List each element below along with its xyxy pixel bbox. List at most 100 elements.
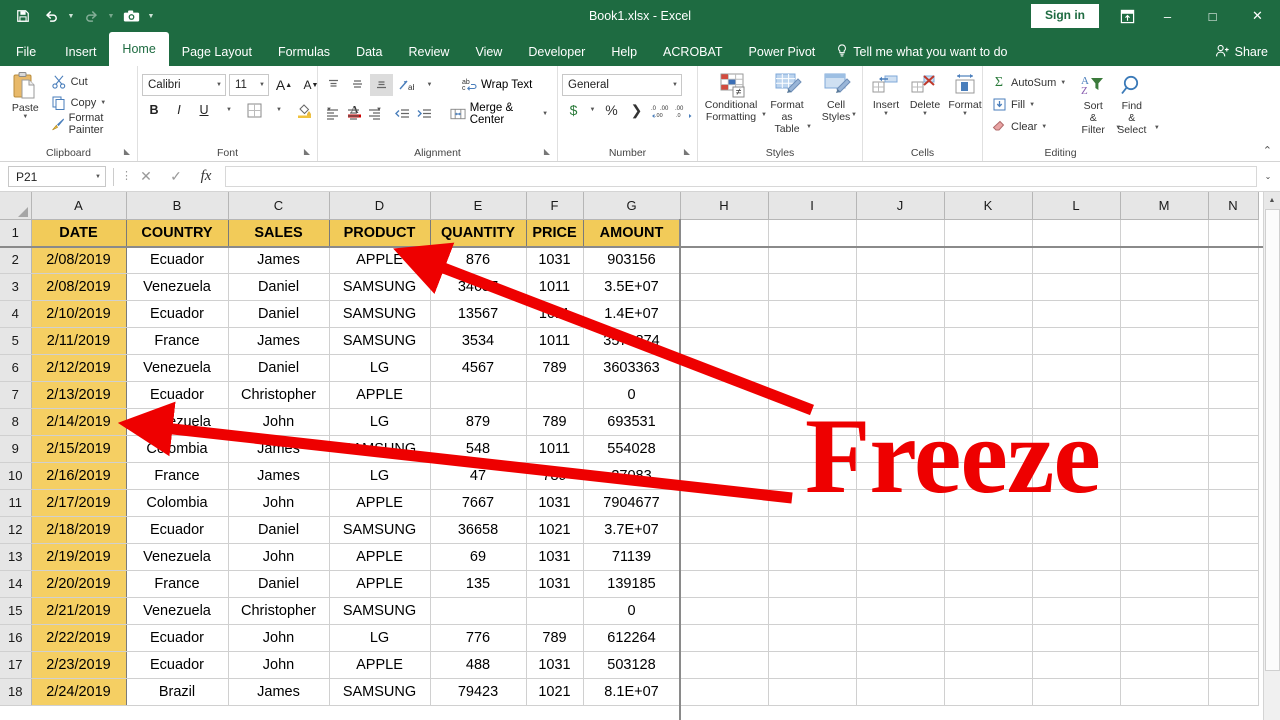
ribbon-display-options-icon[interactable]: [1109, 0, 1145, 32]
column-header-M[interactable]: M: [1120, 192, 1209, 220]
cell-K12[interactable]: [944, 516, 1033, 544]
cell-J5[interactable]: [856, 327, 945, 355]
cell-B6[interactable]: Venezuela: [126, 354, 229, 382]
cell-F1[interactable]: PRICE: [526, 218, 584, 247]
tell-me-search[interactable]: Tell me what you want to do: [828, 38, 1015, 66]
cell-G11[interactable]: 7904677: [583, 489, 681, 517]
cell-D9[interactable]: SAMSUNG: [329, 435, 431, 463]
cell-G8[interactable]: 693531: [583, 408, 681, 436]
cell-J6[interactable]: [856, 354, 945, 382]
cell-M14[interactable]: [1120, 570, 1209, 598]
row-header-10[interactable]: 10: [0, 462, 32, 490]
cell-D8[interactable]: LG: [329, 408, 431, 436]
column-header-K[interactable]: K: [944, 192, 1033, 220]
cell-E14[interactable]: 135: [430, 570, 527, 598]
align-left-icon[interactable]: [322, 103, 342, 125]
tab-view[interactable]: View: [462, 38, 515, 66]
borders-icon[interactable]: [242, 99, 266, 121]
cell-H16[interactable]: [680, 624, 769, 652]
tab-power-pivot[interactable]: Power Pivot: [736, 38, 829, 66]
cell-C1[interactable]: SALES: [228, 218, 330, 247]
clipboard-dialog-launcher[interactable]: ◣: [124, 144, 130, 160]
cell-A15[interactable]: 2/21/2019: [30, 597, 127, 625]
column-header-H[interactable]: H: [680, 192, 769, 220]
column-header-N[interactable]: N: [1208, 192, 1259, 220]
cell-E10[interactable]: 47: [430, 462, 527, 490]
cell-L18[interactable]: [1032, 678, 1121, 706]
cell-N11[interactable]: [1208, 489, 1259, 517]
name-box[interactable]: P21 ▼: [8, 166, 106, 187]
cell-N17[interactable]: [1208, 651, 1259, 679]
tab-acrobat[interactable]: ACROBAT: [650, 38, 736, 66]
cell-A16[interactable]: 2/22/2019: [30, 624, 127, 652]
cell-E3[interactable]: 34657: [430, 273, 527, 301]
row-header-6[interactable]: 6: [0, 354, 32, 382]
row-header-13[interactable]: 13: [0, 543, 32, 571]
column-header-D[interactable]: D: [329, 192, 431, 220]
cell-F18[interactable]: 1021: [526, 678, 584, 706]
cell-A8[interactable]: 2/14/2019: [30, 408, 127, 436]
cell-B15[interactable]: Venezuela: [126, 597, 229, 625]
row-header-15[interactable]: 15: [0, 597, 32, 625]
font-size-input[interactable]: 11 ▼: [229, 74, 269, 96]
cell-D15[interactable]: SAMSUNG: [329, 597, 431, 625]
cell-J13[interactable]: [856, 543, 945, 571]
row-header-18[interactable]: 18: [0, 678, 32, 706]
conditional-formatting-caret[interactable]: ▼: [761, 112, 767, 119]
tab-insert[interactable]: Insert: [52, 38, 109, 66]
undo-icon[interactable]: [38, 4, 64, 28]
cell-H3[interactable]: [680, 273, 769, 301]
currency-caret[interactable]: ▼: [587, 99, 598, 121]
cell-M12[interactable]: [1120, 516, 1209, 544]
cell-L6[interactable]: [1032, 354, 1121, 382]
cell-D5[interactable]: SAMSUNG: [329, 327, 431, 355]
row-header-16[interactable]: 16: [0, 624, 32, 652]
cell-B7[interactable]: Ecuador: [126, 381, 229, 409]
bold-button[interactable]: B: [142, 99, 166, 121]
cell-B14[interactable]: France: [126, 570, 229, 598]
cell-H5[interactable]: [680, 327, 769, 355]
cell-B16[interactable]: Ecuador: [126, 624, 229, 652]
cell-I13[interactable]: [768, 543, 857, 571]
row-header-11[interactable]: 11: [0, 489, 32, 517]
cell-K1[interactable]: [944, 219, 1033, 247]
find-select-caret[interactable]: ▼: [1154, 125, 1160, 132]
cell-K6[interactable]: [944, 354, 1033, 382]
qat-customize-caret[interactable]: ▼: [146, 4, 156, 28]
cell-N1[interactable]: [1208, 219, 1259, 247]
cell-J15[interactable]: [856, 597, 945, 625]
cell-N12[interactable]: [1208, 516, 1259, 544]
scroll-up-button[interactable]: ▲: [1264, 192, 1280, 209]
cell-C9[interactable]: James: [228, 435, 330, 463]
cell-N6[interactable]: [1208, 354, 1259, 382]
cell-F12[interactable]: 1021: [526, 516, 584, 544]
cell-F3[interactable]: 1011: [526, 273, 584, 301]
fill-color-icon[interactable]: [292, 99, 316, 121]
cell-M13[interactable]: [1120, 543, 1209, 571]
cell-H12[interactable]: [680, 516, 769, 544]
cell-D3[interactable]: SAMSUNG: [329, 273, 431, 301]
autosum-caret[interactable]: ▼: [1060, 80, 1066, 86]
alignment-dialog-launcher[interactable]: ◣: [544, 144, 550, 160]
cell-B17[interactable]: Ecuador: [126, 651, 229, 679]
cell-E16[interactable]: 776: [430, 624, 527, 652]
delete-cells-button[interactable]: Delete ▼: [905, 71, 945, 120]
cell-F7[interactable]: [526, 381, 584, 409]
maximize-button[interactable]: □: [1190, 0, 1235, 32]
column-header-E[interactable]: E: [430, 192, 527, 220]
tab-page-layout[interactable]: Page Layout: [169, 38, 265, 66]
cell-M10[interactable]: [1120, 462, 1209, 490]
paste-button[interactable]: Paste ▼: [4, 69, 47, 123]
cell-K18[interactable]: [944, 678, 1033, 706]
cell-L14[interactable]: [1032, 570, 1121, 598]
cell-M5[interactable]: [1120, 327, 1209, 355]
cell-F6[interactable]: 789: [526, 354, 584, 382]
row-header-5[interactable]: 5: [0, 327, 32, 355]
cell-K5[interactable]: [944, 327, 1033, 355]
cell-E1[interactable]: QUANTITY: [430, 218, 527, 247]
cell-M9[interactable]: [1120, 435, 1209, 463]
cell-E12[interactable]: 36658: [430, 516, 527, 544]
cell-H15[interactable]: [680, 597, 769, 625]
cell-H11[interactable]: [680, 489, 769, 517]
cell-D6[interactable]: LG: [329, 354, 431, 382]
